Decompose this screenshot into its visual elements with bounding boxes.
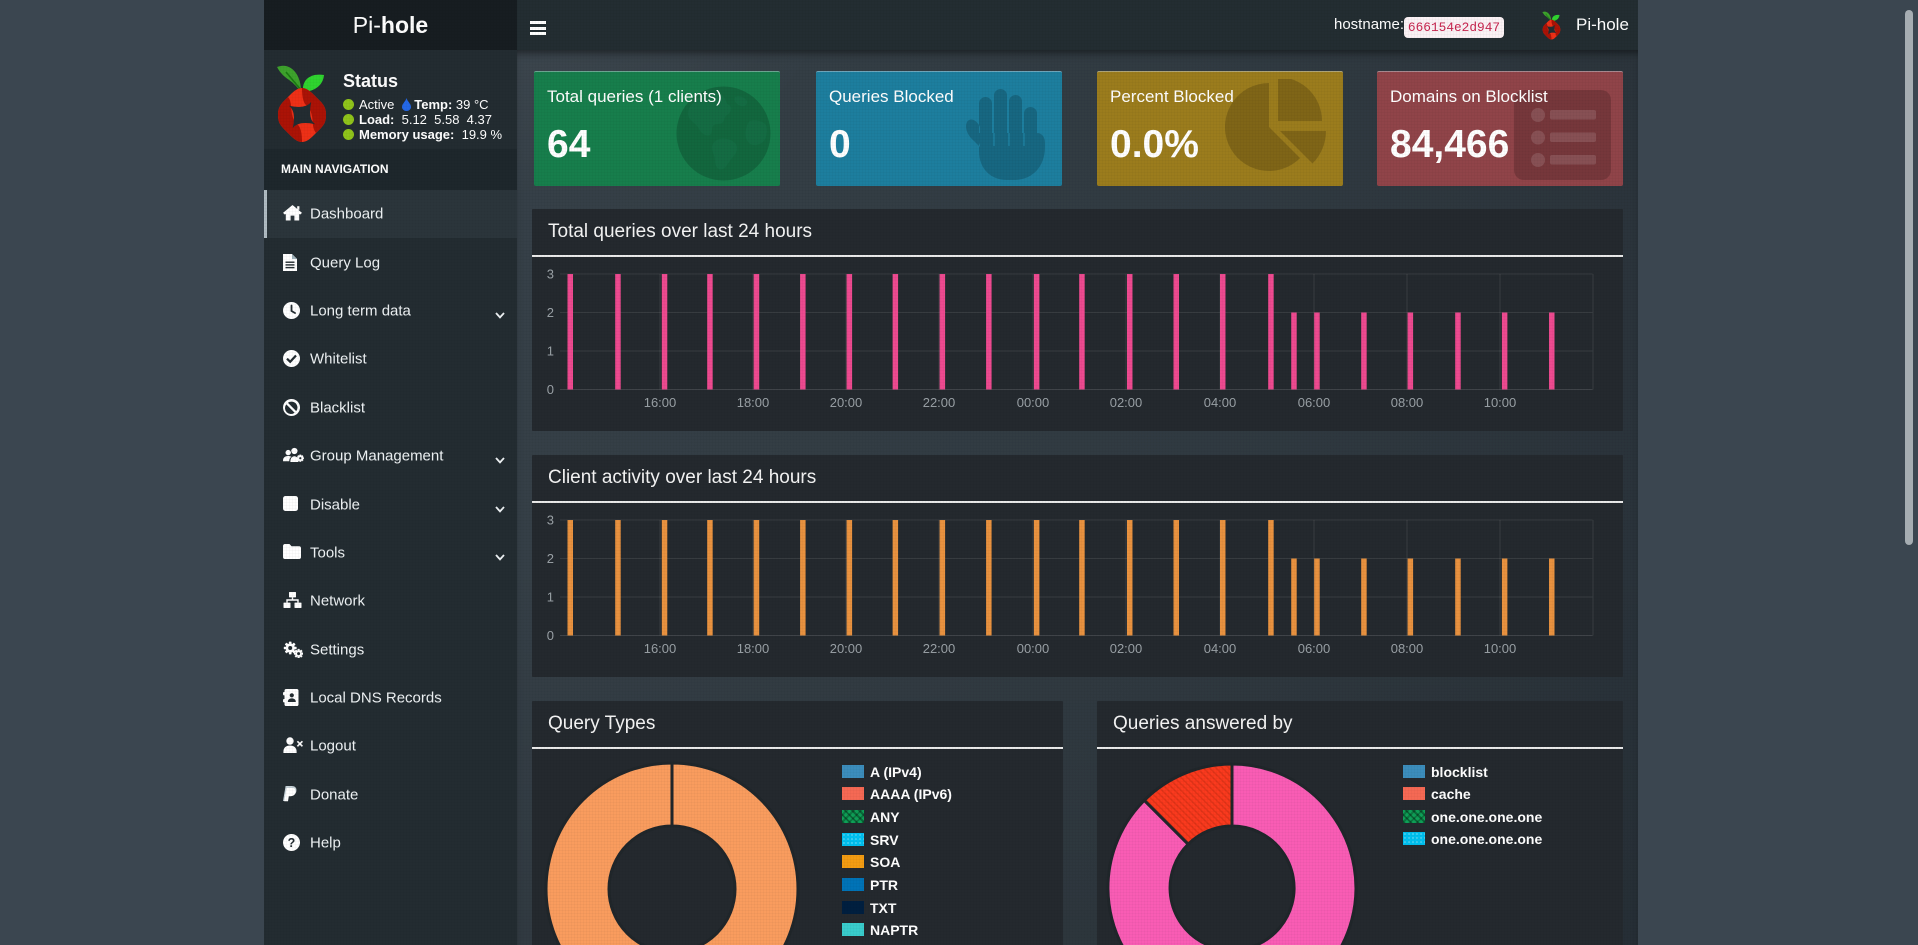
svg-text:22:00: 22:00 xyxy=(923,395,956,410)
svg-text:22:00: 22:00 xyxy=(923,641,956,656)
svg-text:04:00: 04:00 xyxy=(1204,395,1237,410)
svg-text:00:00: 00:00 xyxy=(1017,641,1050,656)
svg-text:1: 1 xyxy=(547,344,554,359)
svg-text:16:00: 16:00 xyxy=(644,395,677,410)
svg-text:00:00: 00:00 xyxy=(1017,395,1050,410)
svg-text:10:00: 10:00 xyxy=(1484,395,1517,410)
svg-text:0: 0 xyxy=(547,382,554,397)
svg-text:1: 1 xyxy=(547,590,554,605)
svg-text:16:00: 16:00 xyxy=(644,641,677,656)
svg-text:18:00: 18:00 xyxy=(737,641,770,656)
svg-text:02:00: 02:00 xyxy=(1110,395,1143,410)
svg-text:08:00: 08:00 xyxy=(1391,641,1424,656)
svg-text:04:00: 04:00 xyxy=(1204,641,1237,656)
svg-text:06:00: 06:00 xyxy=(1298,641,1331,656)
svg-text:08:00: 08:00 xyxy=(1391,395,1424,410)
svg-text:3: 3 xyxy=(547,267,554,282)
svg-text:10:00: 10:00 xyxy=(1484,641,1517,656)
svg-text:18:00: 18:00 xyxy=(737,395,770,410)
svg-text:3: 3 xyxy=(547,513,554,528)
svg-text:06:00: 06:00 xyxy=(1298,395,1331,410)
svg-text:02:00: 02:00 xyxy=(1110,641,1143,656)
svg-text:2: 2 xyxy=(547,551,554,566)
svg-text:20:00: 20:00 xyxy=(830,641,863,656)
svg-text:2: 2 xyxy=(547,305,554,320)
svg-text:?: ? xyxy=(288,836,296,850)
svg-text:20:00: 20:00 xyxy=(830,395,863,410)
svg-text:0: 0 xyxy=(547,628,554,643)
